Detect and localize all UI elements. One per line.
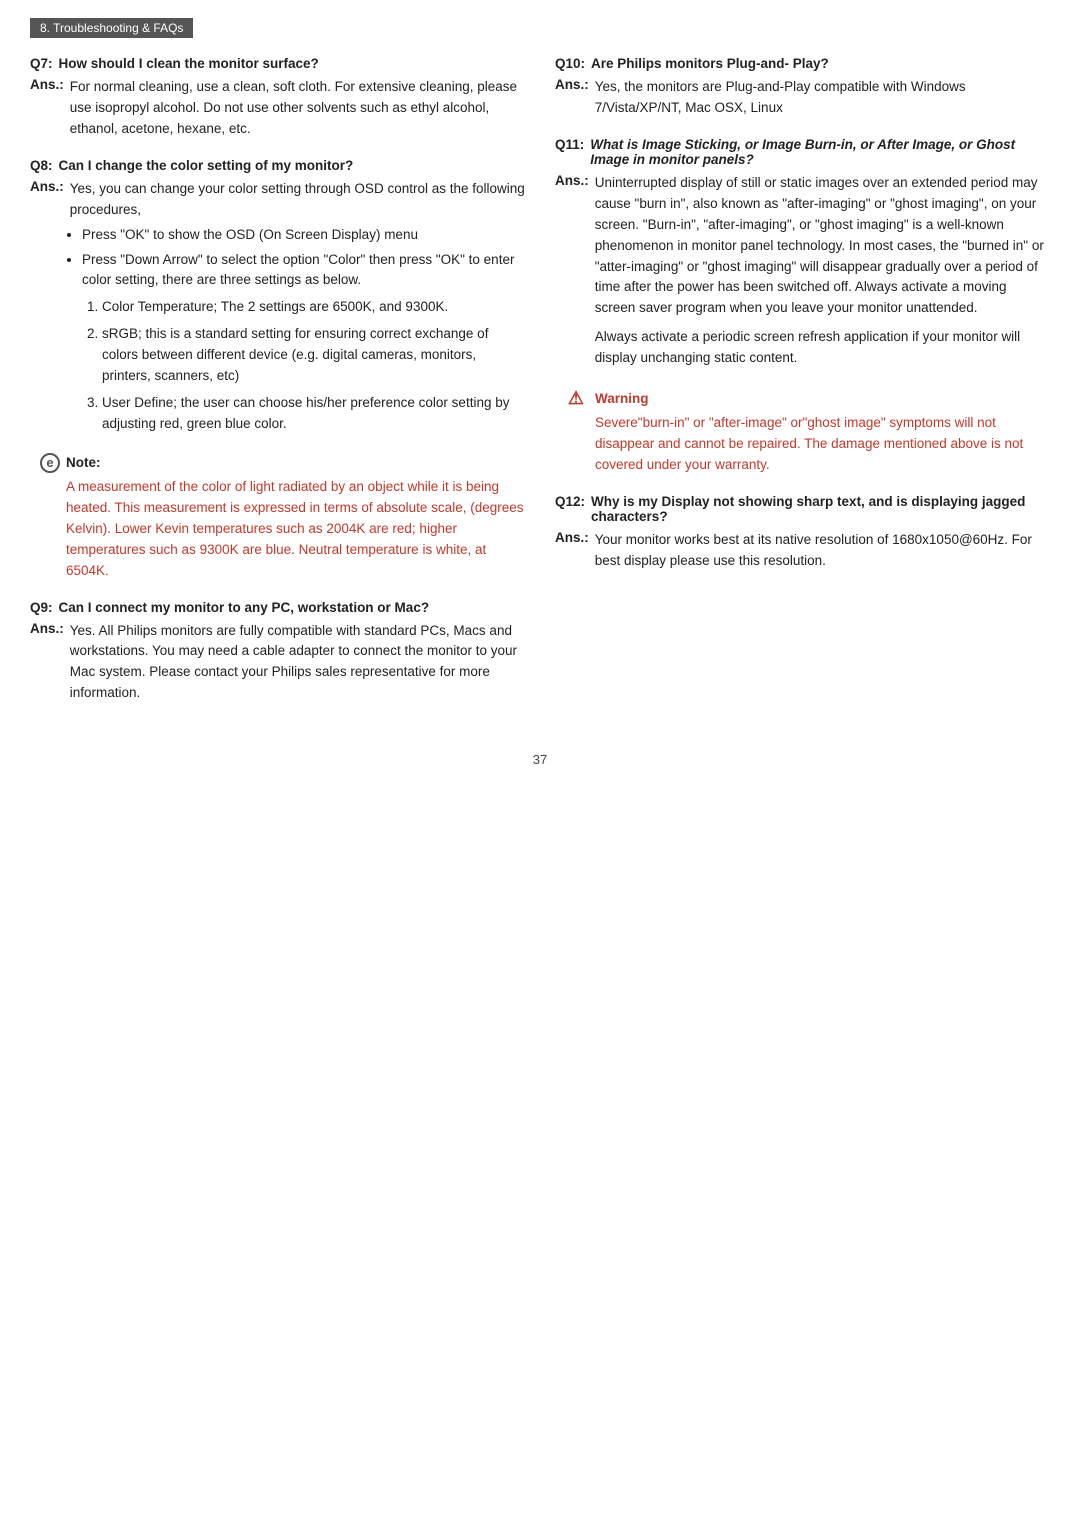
a9-answer: Ans.: Yes. All Philips monitors are full…: [30, 621, 525, 705]
q12-question: Q12: Why is my Display not showing sharp…: [555, 494, 1050, 524]
q9-question: Q9: Can I connect my monitor to any PC, …: [30, 600, 525, 615]
a11-label: Ans.:: [555, 173, 589, 369]
a8-answer-intro: Ans.: Yes, you can change your color set…: [30, 179, 525, 221]
note-header: e Note:: [40, 453, 525, 473]
q12-block: Q12: Why is my Display not showing sharp…: [555, 494, 1050, 572]
q11-label: Q11:: [555, 137, 584, 167]
q11-question: Q11: What is Image Sticking, or Image Bu…: [555, 137, 1050, 167]
a12-text: Your monitor works best at its native re…: [595, 530, 1050, 572]
warning-header: ⚠ Warning: [565, 387, 1050, 409]
right-column: Q10: Are Philips monitors Plug-and- Play…: [555, 56, 1050, 722]
note-block: e Note: A measurement of the color of li…: [30, 453, 525, 582]
note-header-text: Note:: [66, 455, 101, 470]
a8-intro-text: Yes, you can change your color setting t…: [70, 179, 525, 221]
warning-header-text: Warning: [595, 391, 649, 406]
note-text: A measurement of the color of light radi…: [40, 477, 525, 582]
list-item: Press "OK" to show the OSD (On Screen Di…: [82, 225, 525, 246]
q9-label: Q9:: [30, 600, 53, 615]
warning-text: Severe"burn-in" or "after-image" or"ghos…: [565, 413, 1050, 476]
a12-label: Ans.:: [555, 530, 589, 572]
q10-block: Q10: Are Philips monitors Plug-and- Play…: [555, 56, 1050, 119]
a12-answer: Ans.: Your monitor works best at its nat…: [555, 530, 1050, 572]
a10-answer: Ans.: Yes, the monitors are Plug-and-Pla…: [555, 77, 1050, 119]
a10-text: Yes, the monitors are Plug-and-Play comp…: [595, 77, 1050, 119]
q7-label: Q7:: [30, 56, 53, 71]
a11-text1: Uninterrupted display of still or static…: [595, 173, 1050, 319]
a7-text: For normal cleaning, use a clean, soft c…: [70, 77, 525, 140]
list-item: Press "Down Arrow" to select the option …: [82, 250, 525, 292]
q7-question: Q7: How should I clean the monitor surfa…: [30, 56, 525, 71]
list-item: User Define; the user can choose his/her…: [102, 393, 525, 435]
q12-text: Why is my Display not showing sharp text…: [591, 494, 1050, 524]
q12-label: Q12:: [555, 494, 585, 524]
list-item: sRGB; this is a standard setting for ens…: [102, 324, 525, 387]
a8-bullets: Press "OK" to show the OSD (On Screen Di…: [30, 225, 525, 292]
a9-label: Ans.:: [30, 621, 64, 705]
q11-block: Q11: What is Image Sticking, or Image Bu…: [555, 137, 1050, 369]
q8-question: Q8: Can I change the color setting of my…: [30, 158, 525, 173]
a9-text: Yes. All Philips monitors are fully comp…: [70, 621, 525, 705]
warning-icon: ⚠: [565, 387, 587, 409]
q9-text: Can I connect my monitor to any PC, work…: [59, 600, 430, 615]
a11-answer: Ans.: Uninterrupted display of still or …: [555, 173, 1050, 369]
page-number: 37: [30, 752, 1050, 767]
left-column: Q7: How should I clean the monitor surfa…: [30, 56, 525, 722]
a7-label: Ans.:: [30, 77, 64, 140]
two-column-layout: Q7: How should I clean the monitor surfa…: [30, 56, 1050, 722]
q11-text: What is Image Sticking, or Image Burn-in…: [590, 137, 1050, 167]
q10-text: Are Philips monitors Plug-and- Play?: [591, 56, 829, 71]
list-item: Color Temperature; The 2 settings are 65…: [102, 297, 525, 318]
a8-numbered: Color Temperature; The 2 settings are 65…: [30, 297, 525, 435]
note-icon: e: [40, 453, 60, 473]
a7-answer: Ans.: For normal cleaning, use a clean, …: [30, 77, 525, 140]
q8-block: Q8: Can I change the color setting of my…: [30, 158, 525, 435]
q7-text: How should I clean the monitor surface?: [59, 56, 319, 71]
q9-block: Q9: Can I connect my monitor to any PC, …: [30, 600, 525, 705]
q10-label: Q10:: [555, 56, 585, 71]
page: 8. Troubleshooting & FAQs Q7: How should…: [0, 0, 1080, 1527]
a11-text2: Always activate a periodic screen refres…: [595, 327, 1050, 369]
q8-label: Q8:: [30, 158, 53, 173]
a10-label: Ans.:: [555, 77, 589, 119]
warning-block: ⚠ Warning Severe"burn-in" or "after-imag…: [555, 387, 1050, 476]
breadcrumb: 8. Troubleshooting & FAQs: [30, 18, 193, 38]
q8-text: Can I change the color setting of my mon…: [59, 158, 354, 173]
a8-label: Ans.:: [30, 179, 64, 221]
q10-question: Q10: Are Philips monitors Plug-and- Play…: [555, 56, 1050, 71]
q7-block: Q7: How should I clean the monitor surfa…: [30, 56, 525, 140]
a11-text-block: Uninterrupted display of still or static…: [595, 173, 1050, 369]
